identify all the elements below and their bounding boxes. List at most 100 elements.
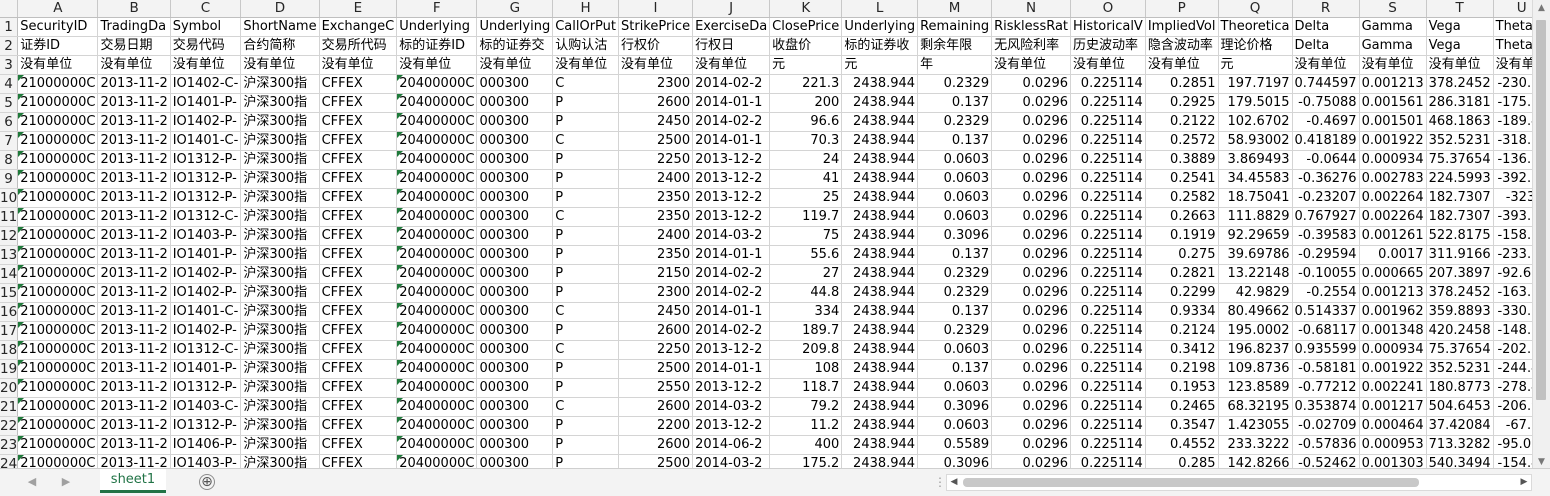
- cell[interactable]: P: [552, 264, 619, 284]
- cell[interactable]: 0.137: [917, 302, 993, 322]
- cell[interactable]: P: [552, 150, 619, 170]
- cell[interactable]: CFFEX: [319, 397, 398, 417]
- cell[interactable]: 21000000C: [17, 283, 99, 303]
- cell[interactable]: 2013-11-2: [97, 397, 171, 417]
- cell[interactable]: Theta: [1493, 36, 1532, 56]
- column-header[interactable]: H: [552, 0, 619, 18]
- cell[interactable]: -163.14: [1493, 283, 1532, 303]
- cell[interactable]: 0.0603: [917, 340, 993, 360]
- cell[interactable]: 504.6453: [1426, 397, 1494, 417]
- cell[interactable]: 0.000934: [1359, 150, 1427, 170]
- cell[interactable]: 2013-12-2: [692, 169, 771, 189]
- cell[interactable]: 42.9829: [1218, 283, 1293, 303]
- cell[interactable]: 224.5993: [1426, 169, 1494, 189]
- cell[interactable]: 0.000464: [1359, 416, 1427, 436]
- cell[interactable]: 20400000C: [396, 169, 478, 189]
- column-header[interactable]: U: [1493, 0, 1532, 18]
- column-header[interactable]: D: [240, 0, 320, 18]
- cell[interactable]: 0.0296: [991, 378, 1072, 398]
- cell[interactable]: Underlying: [841, 17, 919, 37]
- cell[interactable]: 109.8736: [1218, 359, 1293, 379]
- cell[interactable]: 179.5015: [1218, 93, 1293, 113]
- cell[interactable]: 没有单位: [1070, 55, 1146, 75]
- cell[interactable]: IO1402-P-: [170, 321, 242, 341]
- cell[interactable]: -158.83: [1493, 226, 1532, 246]
- cell[interactable]: 0.2329: [917, 74, 993, 94]
- cell[interactable]: 2438.944: [841, 112, 919, 132]
- row-header[interactable]: 17: [0, 321, 19, 341]
- cell[interactable]: 311.9166: [1426, 245, 1494, 265]
- cell[interactable]: 2014-02-2: [692, 321, 771, 341]
- cell[interactable]: 0.137: [917, 359, 993, 379]
- cell[interactable]: C: [552, 131, 619, 151]
- cell[interactable]: -278.47: [1493, 378, 1532, 398]
- cell[interactable]: 0.225114: [1070, 112, 1146, 132]
- cell[interactable]: 2013-11-2: [97, 207, 171, 227]
- cell[interactable]: 元: [841, 55, 919, 75]
- cell[interactable]: 沪深300指: [240, 416, 320, 436]
- cell[interactable]: 182.7307: [1426, 207, 1494, 227]
- cell[interactable]: 000300: [476, 321, 554, 341]
- cell[interactable]: 96.6: [769, 112, 843, 132]
- row-header[interactable]: 23: [0, 435, 19, 455]
- cell[interactable]: 000300: [476, 416, 554, 436]
- cell[interactable]: 2013-11-2: [97, 188, 171, 208]
- row-header[interactable]: 9: [0, 169, 19, 189]
- cell[interactable]: ShortName: [240, 17, 320, 37]
- cell[interactable]: 0.0296: [991, 397, 1072, 417]
- select-all-corner[interactable]: [0, 0, 19, 18]
- cell[interactable]: 2438.944: [841, 169, 919, 189]
- cell[interactable]: 221.3: [769, 74, 843, 94]
- cell[interactable]: 2013-11-2: [97, 416, 171, 436]
- cell[interactable]: 2438.944: [841, 359, 919, 379]
- cell[interactable]: 182.7307: [1426, 188, 1494, 208]
- prev-sheet-icon[interactable]: ◀: [24, 474, 40, 490]
- row-header[interactable]: 16: [0, 302, 19, 322]
- cell[interactable]: 123.8589: [1218, 378, 1293, 398]
- cell[interactable]: 0.0603: [917, 207, 993, 227]
- cell[interactable]: 0.0603: [917, 416, 993, 436]
- cell[interactable]: P: [552, 188, 619, 208]
- cell[interactable]: 378.2452: [1426, 74, 1494, 94]
- cell[interactable]: 2438.944: [841, 416, 919, 436]
- cell[interactable]: 000300: [476, 245, 554, 265]
- cell[interactable]: 2013-11-2: [97, 359, 171, 379]
- cell[interactable]: 2438.944: [841, 397, 919, 417]
- cell[interactable]: 2438.944: [841, 245, 919, 265]
- cell[interactable]: 2014-06-2: [692, 435, 771, 455]
- cell[interactable]: -175.84: [1493, 93, 1532, 113]
- cell[interactable]: P: [552, 245, 619, 265]
- cell[interactable]: 沪深300指: [240, 435, 320, 455]
- sheet-tab-sheet1[interactable]: sheet1: [100, 469, 166, 493]
- cell[interactable]: IO1312-C-: [170, 340, 242, 360]
- cell[interactable]: 0.001962: [1359, 302, 1427, 322]
- cell[interactable]: 2014-01-1: [692, 131, 771, 151]
- cell[interactable]: -0.29594: [1292, 245, 1360, 265]
- cell[interactable]: CFFEX: [319, 302, 398, 322]
- cell[interactable]: 75: [769, 226, 843, 246]
- cell[interactable]: 2013-12-2: [692, 150, 771, 170]
- cell[interactable]: P: [552, 93, 619, 113]
- cell[interactable]: 180.8773: [1426, 378, 1494, 398]
- cell[interactable]: 20400000C: [396, 283, 478, 303]
- cell[interactable]: 沪深300指: [240, 93, 320, 113]
- cell[interactable]: 0.9334: [1145, 302, 1219, 322]
- cell[interactable]: P: [552, 435, 619, 455]
- cell[interactable]: -0.52462: [1292, 454, 1360, 468]
- column-header[interactable]: R: [1292, 0, 1360, 18]
- cell[interactable]: 1.423055: [1218, 416, 1293, 436]
- cell[interactable]: 0.225114: [1070, 169, 1146, 189]
- cell[interactable]: 2013-11-2: [97, 454, 171, 468]
- cell[interactable]: 000300: [476, 131, 554, 151]
- cell[interactable]: 沪深300指: [240, 131, 320, 151]
- cell[interactable]: -244.48: [1493, 359, 1532, 379]
- cell[interactable]: 000300: [476, 226, 554, 246]
- cell[interactable]: 209.8: [769, 340, 843, 360]
- cell[interactable]: 2014-02-2: [692, 283, 771, 303]
- cell[interactable]: 000300: [476, 169, 554, 189]
- cell[interactable]: 2013-12-2: [692, 207, 771, 227]
- row-header[interactable]: 19: [0, 359, 19, 379]
- cell[interactable]: 2013-11-2: [97, 245, 171, 265]
- row-header[interactable]: 22: [0, 416, 19, 436]
- cell[interactable]: 0.0296: [991, 131, 1072, 151]
